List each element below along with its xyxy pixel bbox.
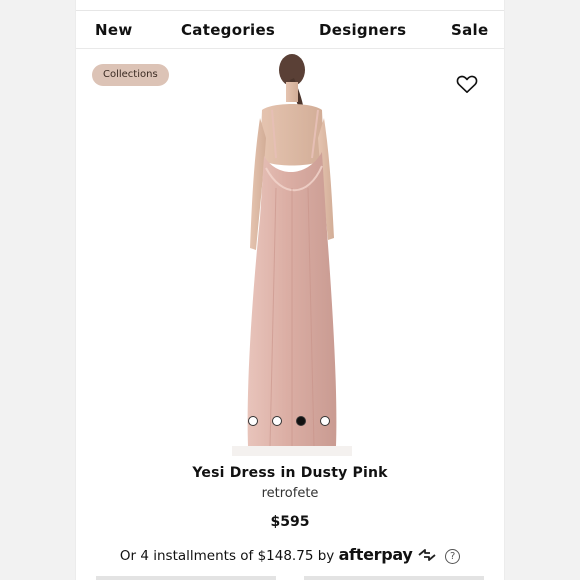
product-page: New Categories Designers Sale Collection… [76,0,504,580]
installments-line: Or 4 installments of $148.75 by afterpay… [76,545,504,564]
carousel-dot[interactable] [272,416,282,426]
product-photo [232,54,352,456]
carousel-dot[interactable] [320,416,330,426]
installments-text: Or 4 installments of $148.75 by [119,548,335,564]
top-strip [76,0,504,11]
afterpay-arrows-icon [418,549,436,561]
product-price: $595 [270,514,310,530]
carousel-dots [76,416,504,426]
carousel-dot[interactable] [248,416,258,426]
bottom-button-left[interactable] [96,576,276,580]
heart-icon[interactable] [456,74,478,94]
top-nav: New Categories Designers Sale [76,12,504,49]
bottom-button-right[interactable] [304,576,484,580]
carousel-dot-active[interactable] [296,416,306,426]
afterpay-logo[interactable]: afterpay [339,545,413,564]
designer-name[interactable]: retrofete [76,486,504,501]
nav-sale[interactable]: Sale [451,21,488,39]
question-circle-icon[interactable]: ? [445,549,461,564]
collections-badge[interactable]: Collections [92,64,169,86]
nav-new[interactable]: New [95,21,133,39]
product-title: Yesi Dress in Dusty Pink [192,465,388,481]
nav-categories[interactable]: Categories [181,21,275,39]
nav-designers[interactable]: Designers [319,21,406,39]
